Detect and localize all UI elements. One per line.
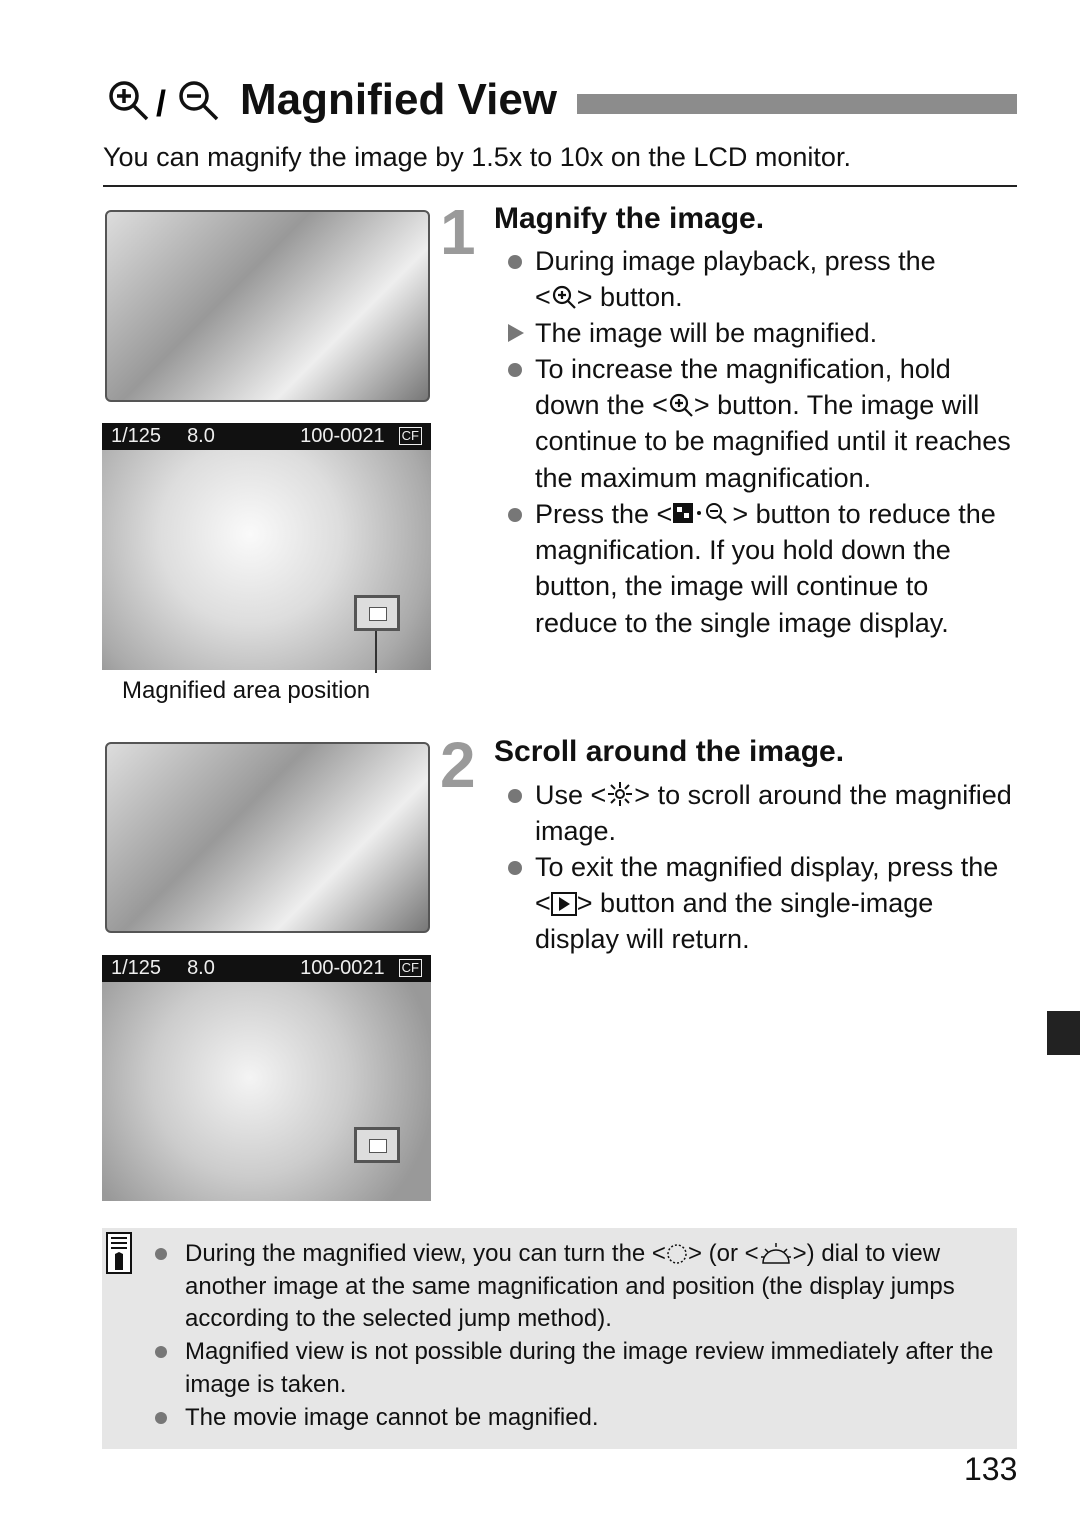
lcd-scrolled-image: 1/125 8.0 100-0021 CF [102,955,431,1201]
magnify-plus-icon [552,286,576,309]
leader-line [375,631,377,673]
card-icon: CF [398,959,422,977]
lcd-magnified-image: 1/125 8.0 100-0021 CF [102,423,431,673]
list-item: To increase the magnification, hold down… [508,351,1018,496]
list-item: Use < > to scroll around the magnified im… [508,777,1018,849]
page-title: Magnified View [240,75,558,124]
quick-control-dial-icon [667,1244,687,1264]
index-reduce-icon [673,503,728,524]
file-number: 100-0021 [300,957,385,979]
title-bar [577,94,1017,114]
divider [103,185,1017,187]
step-heading: Scroll around the image. [494,735,845,768]
page-number: 133 [964,1451,1018,1487]
aperture: 8.0 [187,957,215,979]
card-icon: CF [398,427,422,445]
shutter: 1/125 [111,957,162,979]
multi-controller-icon [608,782,633,806]
note-item: The movie image cannot be magnified. [155,1402,1005,1435]
note-item: Magnified view is not possible during th… [155,1336,1005,1401]
note-pencil-icon [106,1232,132,1274]
separator: / [156,83,166,124]
step-heading: Magnify the image. [494,202,765,235]
magnified-area-position-marker [354,595,400,631]
file-number: 100-0021 [300,425,385,447]
intro-text: You can magnify the image by 1.5x to 10x… [103,142,851,172]
list-item: To exit the magnified display, press the… [508,849,1018,958]
list-item: The image will be magnified. [508,315,1018,351]
step-number: 2 [440,729,476,801]
magnify-icons: / [109,81,219,124]
section-tab [1047,1011,1080,1055]
step-number: 1 [440,196,476,268]
shutter: 1/125 [111,425,162,447]
lcd-info-bar: 1/125 8.0 100-0021 CF [102,955,431,982]
magnified-area-position-marker [354,1127,400,1163]
aperture: 8.0 [187,425,215,447]
main-dial-icon [760,1243,791,1264]
magnify-plus-icon [669,394,693,417]
lcd-info-bar: 1/125 8.0 100-0021 CF [102,423,431,450]
magnify-plus-icon [109,81,149,121]
caption: Magnified area position [122,677,371,704]
playback-icon [550,892,577,917]
list-item: Press the < > button to reduce the magnif… [508,496,1018,641]
camera-multicontroller-illustration [105,742,430,933]
camera-back-illustration [105,210,430,402]
magnify-minus-icon [179,81,219,121]
note-item: During the magnified view, you can turn … [155,1238,1005,1336]
list-item: During image playback, press the < > butto… [508,243,1018,315]
result-arrow-icon [508,324,524,342]
